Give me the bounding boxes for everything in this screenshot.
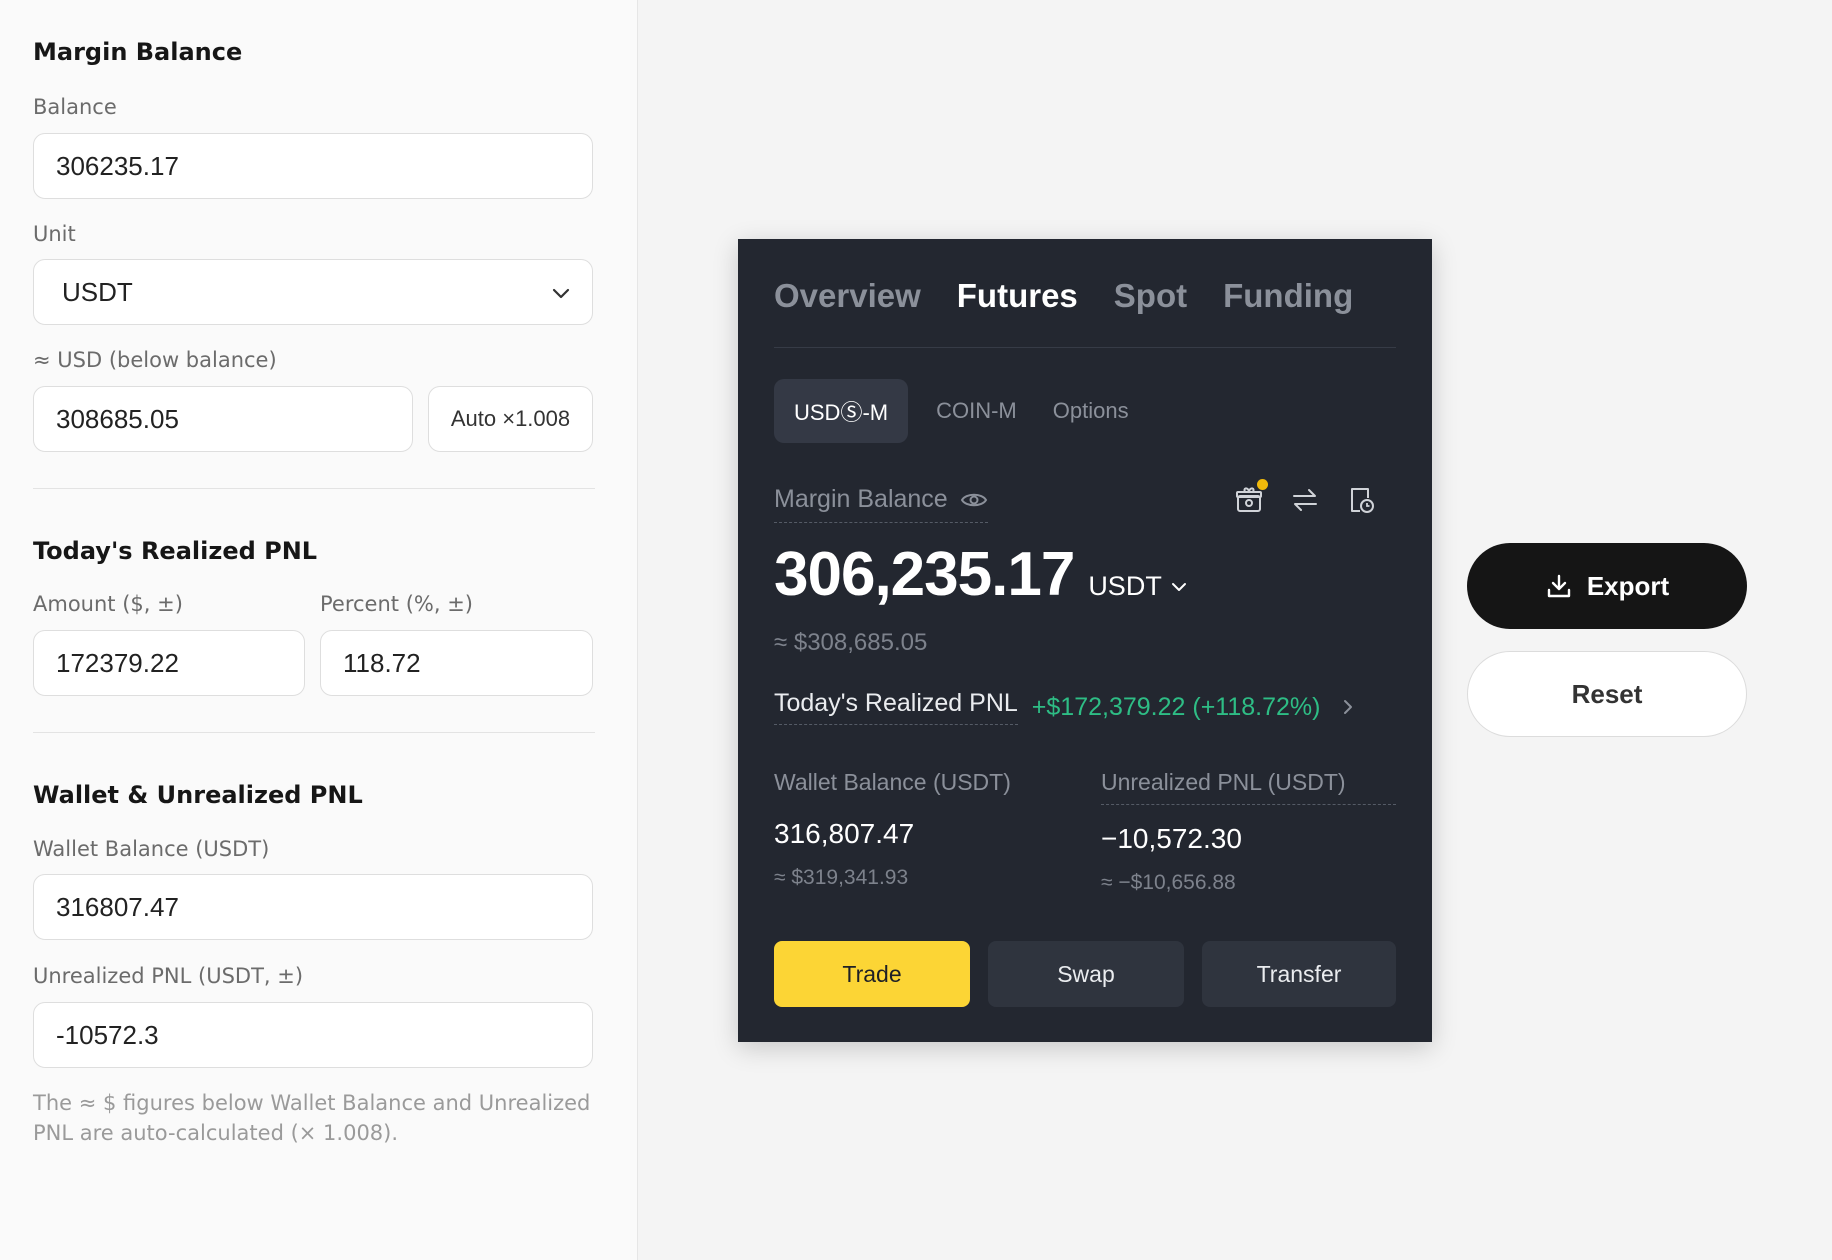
unrealized-pnl-value: −10,572.30 (1101, 823, 1242, 854)
percent-label: Percent (%, ±) (320, 592, 473, 616)
unrealized-pnl-usd: ≈ −$10,656.88 (1101, 871, 1236, 894)
notification-dot (1257, 479, 1268, 490)
auto-calc-note: The ≈ $ figures below Wallet Balance and… (33, 1091, 591, 1145)
reset-button[interactable]: Reset (1467, 651, 1747, 737)
eye-icon[interactable] (960, 490, 988, 510)
unit-select-value: USDT (62, 276, 133, 307)
realized-pnl-label: Today's Realized PNL (774, 689, 1018, 725)
swap-arrows-icon[interactable] (1290, 485, 1320, 515)
futures-balance-card: Overview Futures Spot Funding USDⓈ-M COI… (738, 239, 1432, 1042)
unit-select[interactable]: USDT (33, 259, 593, 325)
history-document-icon[interactable] (1346, 485, 1376, 515)
balance-label: Balance (33, 95, 117, 119)
chevron-down-icon (552, 288, 570, 299)
margin-balance-label[interactable]: Margin Balance (774, 485, 988, 523)
unit-dropdown[interactable]: USDT (1088, 571, 1188, 602)
realized-pnl-row[interactable]: Today's Realized PNL +$172,379.22 (+118.… (774, 689, 1356, 725)
unrealized-pnl-label: Unrealized PNL (USDT, ±) (33, 964, 304, 988)
chevron-right-icon (1344, 700, 1353, 714)
account-tabs: Overview Futures Spot Funding (774, 277, 1353, 315)
margin-balance-value: 306,235.17 USDT (774, 539, 1188, 610)
unit-dropdown-label: USDT (1088, 571, 1162, 601)
wallet-balance-usd: ≈ $319,341.93 (774, 866, 909, 889)
percent-input[interactable] (320, 630, 593, 696)
download-icon (1547, 574, 1571, 598)
realized-pnl-value: +$172,379.22 (+118.72%) (1031, 692, 1321, 721)
amount-label: Amount ($, ±) (33, 592, 183, 616)
export-label: Export (1586, 570, 1670, 601)
subtab-options[interactable]: Options (1053, 398, 1129, 424)
tab-funding[interactable]: Funding (1223, 277, 1353, 315)
usd-input[interactable] (33, 386, 413, 452)
divider (33, 488, 595, 489)
tab-overview[interactable]: Overview (774, 277, 921, 315)
settings-panel: Margin Balance Balance Unit USDT ≈ USD (… (0, 0, 638, 1260)
swap-button[interactable]: Swap (988, 941, 1184, 1007)
subtab-coin-m[interactable]: COIN-M (936, 398, 1017, 424)
tab-spot[interactable]: Spot (1114, 277, 1187, 315)
divider (33, 732, 595, 733)
margin-balance-text: Margin Balance (774, 485, 948, 513)
unrealized-pnl-input[interactable] (33, 1002, 593, 1068)
wallet-balance-label: Wallet Balance (USDT) (33, 837, 270, 861)
trade-button[interactable]: Trade (774, 941, 970, 1007)
wallet-balance-input[interactable] (33, 874, 593, 940)
export-button[interactable]: Export (1467, 543, 1747, 629)
usd-label: ≈ USD (below balance) (33, 348, 277, 372)
auto-multiplier-button[interactable]: Auto ×1.008 (428, 386, 593, 452)
amount-input[interactable] (33, 630, 305, 696)
transfer-button[interactable]: Transfer (1202, 941, 1396, 1007)
subtab-usds-m[interactable]: USDⓈ-M (774, 379, 909, 443)
wallet-balance-value: 316,807.47 (774, 818, 915, 849)
unrealized-pnl-column: Unrealized PNL (USDT) −10,572.30 ≈ −$10,… (1101, 769, 1396, 895)
card-action-icons (1234, 479, 1376, 515)
balance-amount: 306,235.17 (774, 540, 1075, 609)
tab-divider (774, 347, 1396, 348)
unrealized-pnl-label[interactable]: Unrealized PNL (USDT) (1101, 769, 1396, 805)
approx-usd-value: ≈ $308,685.05 (774, 629, 928, 656)
balance-input[interactable] (33, 133, 593, 199)
unit-label: Unit (33, 222, 76, 246)
wallet-balance-column: Wallet Balance (USDT) 316,807.47 ≈ $319,… (774, 769, 1064, 890)
pnl-section-title: Today's Realized PNL (33, 537, 318, 565)
gift-icon[interactable] (1234, 479, 1268, 515)
margin-section-title: Margin Balance (33, 38, 243, 66)
wallet-balance-label: Wallet Balance (USDT) (774, 769, 1011, 795)
futures-subtabs: USDⓈ-M COIN-M Options (774, 379, 1165, 443)
chevron-down-icon (1171, 582, 1186, 591)
wallet-section-title: Wallet & Unrealized PNL (33, 781, 363, 809)
tab-futures[interactable]: Futures (957, 277, 1078, 315)
